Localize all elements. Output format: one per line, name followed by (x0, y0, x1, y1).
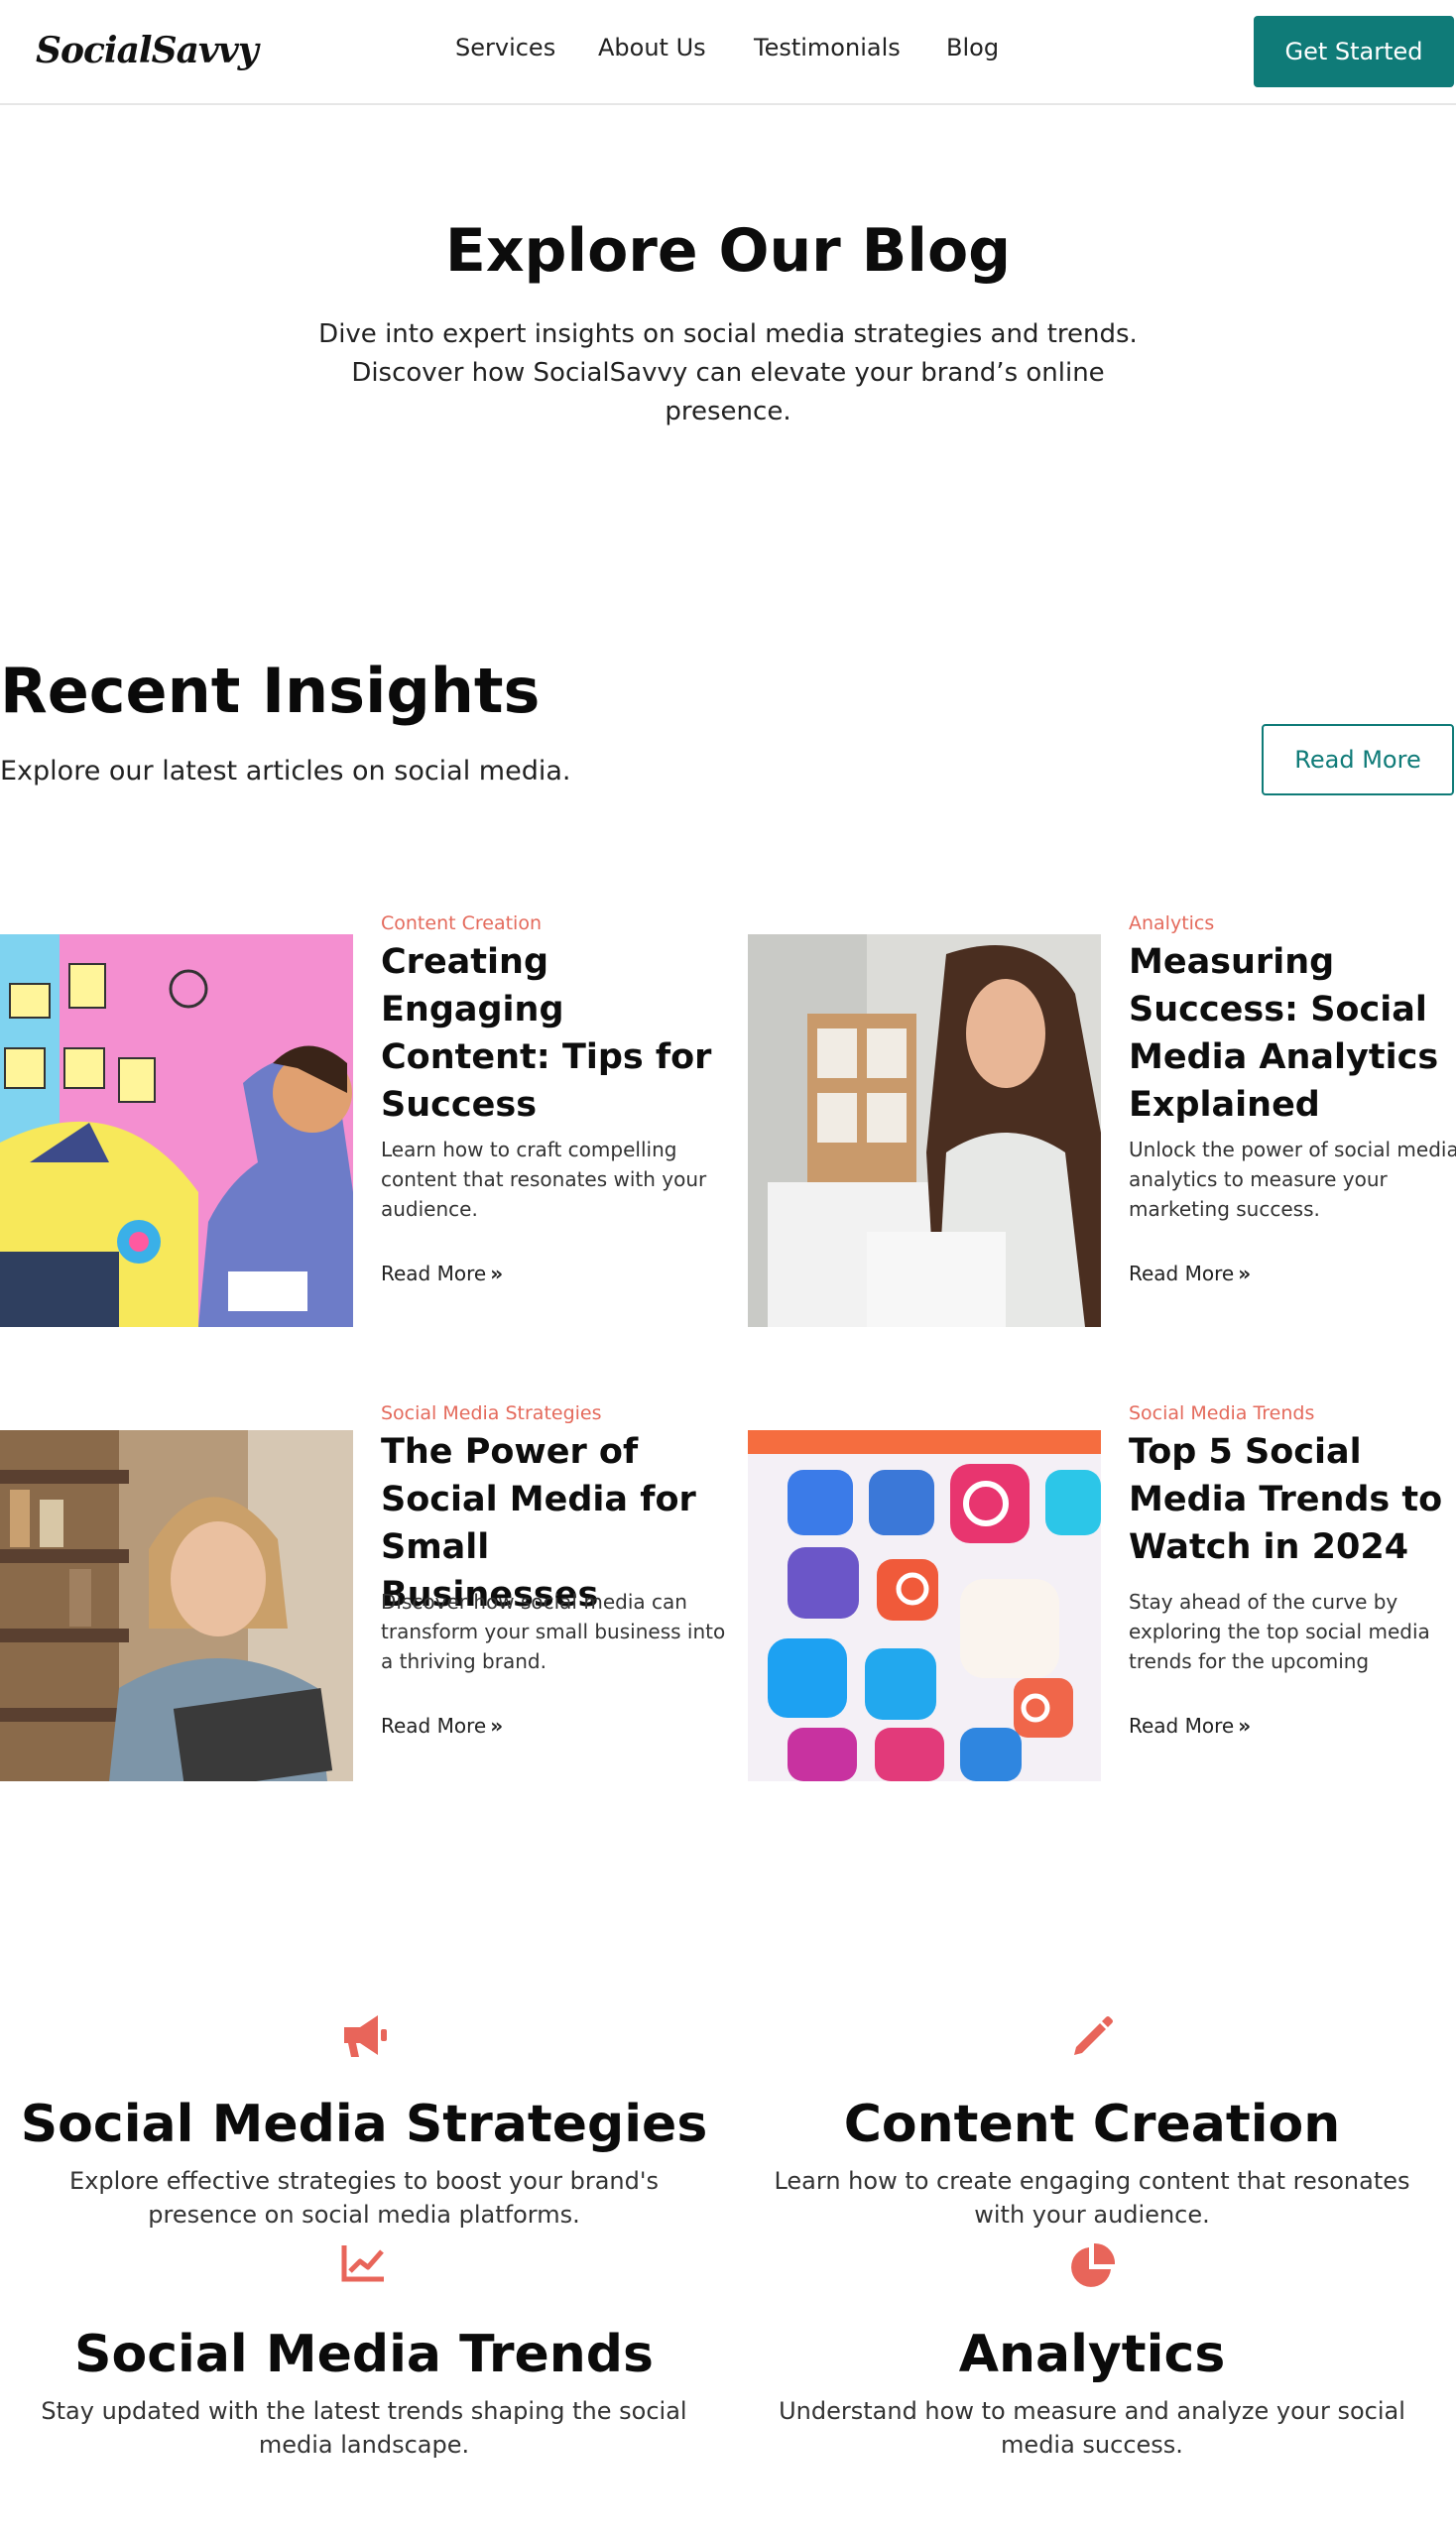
nav-blog[interactable]: Blog (946, 34, 999, 61)
post-description: Discover how social media can transform … (381, 1590, 726, 1673)
feature-title: Social Media Trends (74, 2325, 654, 2384)
post-description: Learn how to craft compelling content th… (381, 1138, 707, 1221)
post-title[interactable]: Creating Engaging Content: Tips for Succ… (381, 938, 718, 1129)
post-description: Unlock the power of social media analyti… (1129, 1138, 1456, 1221)
read-more-link[interactable]: Read More» (1129, 1262, 1251, 1285)
blog-card: Social Media Strategies The Power of Soc… (0, 1402, 728, 1799)
double-chevron-right-icon: » (490, 1714, 504, 1738)
feature-description: Explore effective strategies to boost yo… (69, 2167, 659, 2229)
post-category[interactable]: Social Media Strategies (381, 1402, 602, 1424)
chart-line-icon (0, 2241, 728, 2301)
feature-content-creation: Content Creation Learn how to create eng… (728, 2011, 1456, 2230)
post-title[interactable]: Top 5 Social Media Trends to Watch in 20… (1129, 1428, 1456, 1571)
post-image[interactable] (748, 934, 1101, 1327)
read-more-link[interactable]: Read More» (381, 1714, 503, 1738)
page-title: Explore Our Blog (444, 216, 1012, 286)
section-subtitle: Explore our latest articles on social me… (0, 756, 571, 786)
post-category[interactable]: Social Media Trends (1129, 1402, 1314, 1424)
site-header: SocialSavvy Services About Us Testimonia… (0, 0, 1456, 105)
double-chevron-right-icon: » (1238, 1262, 1252, 1285)
feature-social-media-trends: Social Media Trends Stay updated with th… (0, 2241, 728, 2460)
pencil-icon (728, 2011, 1456, 2071)
post-description: Stay ahead of the curve by exploring the… (1129, 1590, 1430, 1673)
feature-social-media-strategies: Social Media Strategies Explore effectiv… (0, 2011, 728, 2230)
feature-analytics: Analytics Understand how to measure and … (728, 2241, 1456, 2460)
read-more-link[interactable]: Read More» (1129, 1714, 1251, 1738)
read-more-label: Read More (381, 1714, 487, 1738)
read-more-button[interactable]: Read More (1262, 724, 1454, 795)
blog-card: Social Media Trends Top 5 Social Media T… (748, 1402, 1456, 1799)
pie-chart-icon (728, 2241, 1456, 2301)
feature-title: Content Creation (843, 2095, 1341, 2154)
nav-testimonials[interactable]: Testimonials (754, 34, 901, 61)
section-title: Recent Insights (0, 655, 541, 727)
double-chevron-right-icon: » (490, 1262, 504, 1285)
feature-title: Social Media Strategies (20, 2095, 708, 2154)
feature-description: Learn how to create engaging content tha… (774, 2167, 1410, 2229)
feature-title: Analytics (958, 2325, 1226, 2384)
nav-about-us[interactable]: About Us (598, 34, 706, 61)
post-image[interactable] (0, 934, 353, 1327)
post-image[interactable] (0, 1430, 353, 1781)
feature-description: Stay updated with the latest trends shap… (41, 2397, 687, 2459)
read-more-link[interactable]: Read More» (381, 1262, 503, 1285)
post-category[interactable]: Analytics (1129, 912, 1214, 934)
blog-card: Analytics Measuring Success: Social Medi… (748, 905, 1456, 1327)
post-image[interactable] (748, 1430, 1101, 1781)
get-started-button[interactable]: Get Started (1254, 16, 1454, 87)
read-more-label: Read More (381, 1262, 487, 1285)
post-category[interactable]: Content Creation (381, 912, 542, 934)
post-title[interactable]: Measuring Success: Social Media Analytic… (1129, 938, 1456, 1129)
feature-description: Understand how to measure and analyze yo… (779, 2397, 1405, 2459)
nav-services[interactable]: Services (455, 34, 555, 61)
megaphone-icon (0, 2011, 728, 2071)
main-nav: Services About Us Testimonials Blog (0, 34, 1456, 69)
read-more-label: Read More (1129, 1714, 1235, 1738)
double-chevron-right-icon: » (1238, 1714, 1252, 1738)
blog-card: Content Creation Creating Engaging Conte… (0, 905, 728, 1327)
hero-subtitle: Dive into expert insights on social medi… (318, 319, 1138, 426)
read-more-label: Read More (1129, 1262, 1235, 1285)
